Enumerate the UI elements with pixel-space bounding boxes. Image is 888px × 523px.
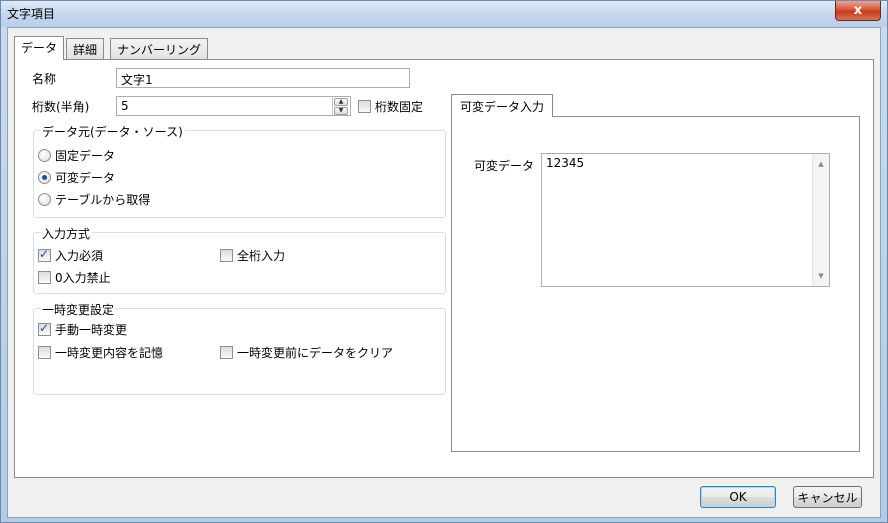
checkbox-icon [358,100,371,113]
ok-button-label: OK [729,490,747,504]
full-digits-checkbox[interactable]: 全桁入力 [220,247,285,264]
name-input-value: 文字1 [121,73,153,87]
checkbox-checked-icon [38,321,51,336]
full-digits-label: 全桁入力 [237,249,286,263]
clear-before-change-label: 一時変更前にデータをクリア [237,346,394,360]
tab-data[interactable]: データ [14,36,65,60]
checkbox-icon [38,271,51,284]
variable-data-value: 12345 [546,156,585,170]
variable-data-scrollbar[interactable]: ▲ ▼ [812,154,829,286]
tab-details[interactable]: 詳細 [66,38,105,59]
clear-before-change-checkbox[interactable]: 一時変更前にデータをクリア [220,344,393,361]
radio-from-table-label: テーブルから取得 [55,193,151,207]
remember-temp-change-label: 一時変更内容を記憶 [55,346,164,360]
temp-change-title: 一時変更設定 [40,301,117,318]
digits-fixed-checkbox[interactable]: 桁数固定 [358,98,423,115]
checkbox-checked-icon [38,247,51,262]
tab-variable-data-input[interactable]: 可変データ入力 [451,94,554,117]
checkbox-icon [220,346,233,359]
data-source-title: データ元(データ・ソース) [40,123,185,140]
radio-variable-data-label: 可変データ [55,171,116,185]
scroll-up-icon[interactable]: ▲ [813,156,829,172]
cancel-button[interactable]: キャンセル [793,486,862,508]
spin-up-icon[interactable]: ▲ [334,98,348,106]
input-method-title: 入力方式 [40,225,93,242]
variable-data-input[interactable]: 12345 ▲ ▼ [541,153,830,287]
manual-temp-change-label: 手動一時変更 [55,323,128,337]
cancel-button-label: キャンセル [797,490,858,505]
radio-icon [38,193,51,206]
required-label: 入力必須 [55,249,104,263]
tab-variable-data-input-label: 可変データ入力 [460,100,545,114]
manual-temp-change-checkbox[interactable]: 手動一時変更 [38,321,127,338]
checkbox-icon [38,346,51,359]
scroll-down-icon[interactable]: ▼ [813,268,829,284]
variable-data-panel: 可変データ 12345 ▲ ▼ [451,116,860,452]
variable-data-label: 可変データ [474,159,535,173]
name-label: 名称 [32,72,57,86]
checkbox-icon [220,249,233,262]
temp-change-group: 一時変更設定 手動一時変更 一時変更内容を記憶 一時変更前にデータをクリア [33,301,446,395]
tab-details-label: 詳細 [73,43,98,57]
dialog-window: 文字項目 x データ 詳細 ナンバーリング 名称 文字1 桁数(半角) 5 ▲ … [0,0,888,523]
digits-fixed-label: 桁数固定 [375,100,424,114]
radio-fixed-data[interactable]: 固定データ [38,147,115,164]
ok-button[interactable]: OK [700,486,776,508]
spin-down-icon[interactable]: ▼ [334,107,348,115]
digits-spinner[interactable]: ▲ ▼ [332,97,349,115]
zero-forbidden-checkbox[interactable]: 0入力禁止 [38,269,111,286]
data-source-group: データ元(データ・ソース) 固定データ 可変データ テーブルから取得 [33,123,446,218]
remember-temp-change-checkbox[interactable]: 一時変更内容を記憶 [38,344,163,361]
digits-label: 桁数(半角) [32,100,90,114]
zero-forbidden-label: 0入力禁止 [55,271,111,285]
title-bar[interactable]: 文字項目 x [1,1,887,27]
dialog-client-area: データ 詳細 ナンバーリング 名称 文字1 桁数(半角) 5 ▲ ▼ 桁数固定 … [7,27,881,518]
input-method-group: 入力方式 入力必須 全桁入力 0入力禁止 [33,225,446,294]
tab-data-label: データ [21,41,58,55]
radio-variable-data[interactable]: 可変データ [38,169,115,186]
digits-input[interactable]: 5 ▲ ▼ [116,96,351,116]
close-button[interactable]: x [835,1,881,21]
radio-from-table[interactable]: テーブルから取得 [38,191,150,208]
radio-fixed-data-label: 固定データ [55,149,116,163]
digits-input-value: 5 [121,99,129,113]
tab-numbering-label: ナンバーリング [117,43,202,57]
radio-icon [38,149,51,162]
tab-numbering[interactable]: ナンバーリング [110,38,209,59]
close-icon: x [853,3,863,18]
window-title: 文字項目 [7,7,56,21]
radio-selected-icon [38,171,51,184]
required-checkbox[interactable]: 入力必須 [38,247,103,264]
name-input[interactable]: 文字1 [116,68,410,88]
